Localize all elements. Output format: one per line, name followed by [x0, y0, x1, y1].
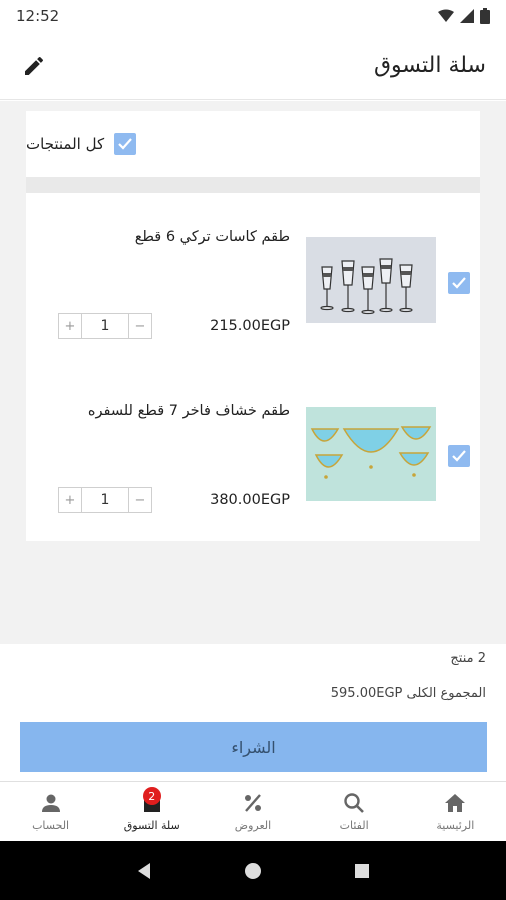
cart-item: طقم كاسات تركي 6 قطع 215.00EGP + 1 −	[26, 193, 480, 363]
status-bar: 12:52	[0, 0, 506, 32]
nav-label: الرئيسية	[436, 819, 475, 832]
product-name[interactable]: طقم كاسات تركي 6 قطع	[50, 229, 290, 245]
product-price: 215.00EGP	[210, 318, 290, 334]
app-bar: سلة التسوق	[0, 32, 506, 100]
cart-item: طقم خشاف فاخر 7 قطع للسفره 380.00EGP + 1…	[26, 367, 480, 537]
decrease-button[interactable]: −	[129, 314, 151, 338]
nav-label: الفئات	[339, 819, 369, 832]
nav-label: الحساب	[32, 819, 70, 832]
quantity-stepper: + 1 −	[58, 313, 152, 339]
select-all-checkbox[interactable]	[114, 133, 137, 155]
cart-content: كل المنتجات طقم كاسات تركي 6 قطع 215.00E…	[0, 101, 506, 644]
item-checkbox[interactable]	[448, 445, 470, 467]
system-nav-bar	[0, 841, 506, 900]
select-all-row[interactable]: كل المنتجات	[26, 111, 480, 177]
home-button-icon[interactable]	[243, 861, 263, 881]
product-image-bowls[interactable]	[306, 407, 436, 501]
total-price: المجموع الكلى 595.00EGP	[330, 686, 486, 701]
buy-button[interactable]: الشراء	[20, 722, 487, 772]
decrease-button[interactable]: −	[129, 488, 151, 512]
nav-item-cart[interactable]: 2 سلة التسوق	[107, 787, 197, 832]
bottom-nav: الحساب 2 سلة التسوق العروض الفئات الرئيس…	[0, 781, 506, 841]
item-count: 2 منتج	[450, 651, 486, 666]
quantity-value: 1	[81, 488, 129, 512]
item-checkbox[interactable]	[448, 272, 470, 294]
cart-items: طقم كاسات تركي 6 قطع 215.00EGP + 1 − طقم…	[26, 193, 480, 541]
nav-label: العروض	[234, 819, 272, 832]
signal-icon	[460, 9, 474, 23]
product-name[interactable]: طقم خشاف فاخر 7 قطع للسفره	[50, 403, 290, 419]
nav-item-offers[interactable]: العروض	[208, 791, 298, 832]
nav-label: سلة التسوق	[123, 819, 180, 832]
product-image-glasses[interactable]	[306, 237, 436, 323]
cart-badge: 2	[142, 787, 161, 805]
back-icon[interactable]	[134, 861, 154, 881]
check-icon	[452, 277, 466, 289]
page-title: سلة التسوق	[373, 53, 486, 78]
increase-button[interactable]: +	[59, 488, 81, 512]
divider	[26, 177, 480, 193]
status-time: 12:52	[16, 7, 60, 25]
search-icon	[344, 793, 365, 813]
battery-icon	[480, 8, 490, 24]
edit-pencil-icon[interactable]	[22, 54, 46, 78]
increase-button[interactable]: +	[59, 314, 81, 338]
wifi-icon	[438, 9, 454, 22]
nav-item-categories[interactable]: الفئات	[309, 791, 399, 832]
nav-item-home[interactable]: الرئيسية	[410, 791, 500, 832]
check-icon	[118, 138, 132, 150]
nav-item-account[interactable]: الحساب	[6, 791, 96, 832]
product-price: 380.00EGP	[210, 492, 290, 508]
quantity-stepper: + 1 −	[58, 487, 152, 513]
check-icon	[452, 450, 466, 462]
person-icon	[41, 794, 60, 812]
percent-icon	[244, 794, 261, 812]
recents-icon[interactable]	[352, 861, 372, 881]
home-icon	[445, 794, 466, 812]
select-all-label: كل المنتجات	[26, 135, 105, 153]
status-icons	[438, 8, 490, 24]
quantity-value: 1	[81, 314, 129, 338]
